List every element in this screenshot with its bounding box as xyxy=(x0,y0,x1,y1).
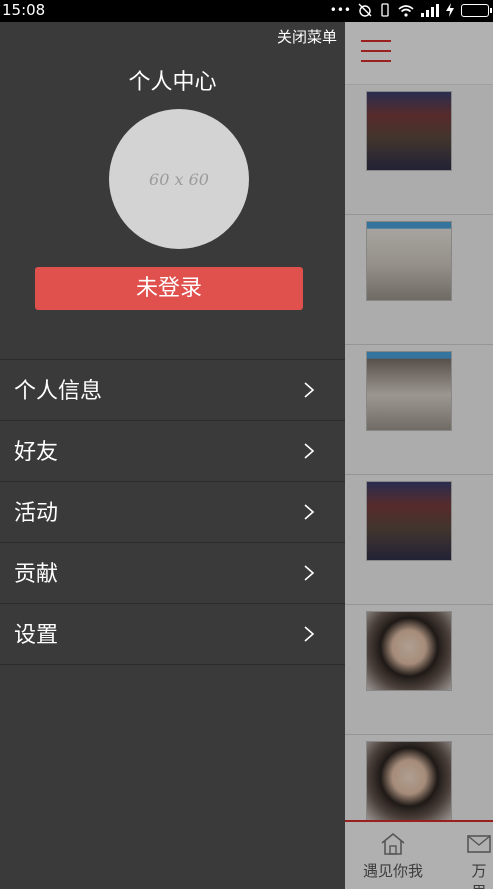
wifi-icon xyxy=(398,4,414,17)
more-dots-icon: ••• xyxy=(329,3,351,17)
drawer-menu: 个人信息 好友 活动 贡献 设置 xyxy=(0,359,345,665)
charging-icon xyxy=(446,3,454,17)
chevron-right-icon xyxy=(304,382,315,398)
chevron-right-icon xyxy=(304,443,315,459)
menu-item-profile[interactable]: 个人信息 xyxy=(0,360,345,421)
drawer-title: 个人中心 xyxy=(128,70,217,95)
vibrate-icon xyxy=(381,3,389,17)
menu-item-contributions[interactable]: 贡献 xyxy=(0,543,345,604)
menu-item-label: 贡献 xyxy=(14,562,59,587)
close-menu-button[interactable]: 关闭菜单 xyxy=(277,26,337,47)
login-button[interactable]: 未登录 xyxy=(35,267,303,310)
app-screen: 15:08 ••• 遇见你我 万 关闭菜单 个人中心 60 x 60 未登录 个… xyxy=(0,0,493,889)
status-icons: ••• xyxy=(329,2,492,18)
battery-icon xyxy=(461,3,492,17)
chevron-right-icon xyxy=(304,626,315,642)
chevron-right-icon xyxy=(304,565,315,581)
avatar-placeholder-text: 60 x 60 xyxy=(149,169,209,189)
content-dim-overlay[interactable] xyxy=(345,22,493,889)
menu-item-label: 活动 xyxy=(14,501,59,526)
chevron-right-icon xyxy=(304,504,315,520)
menu-item-friends[interactable]: 好友 xyxy=(0,421,345,482)
status-time: 15:08 xyxy=(2,1,46,19)
menu-item-label: 设置 xyxy=(14,623,59,648)
menu-item-label: 个人信息 xyxy=(14,379,103,404)
signal-icon xyxy=(421,3,439,17)
menu-item-label: 好友 xyxy=(14,440,59,465)
avatar[interactable]: 60 x 60 xyxy=(109,109,249,249)
menu-item-settings[interactable]: 设置 xyxy=(0,604,345,665)
status-bar: 15:08 ••• xyxy=(0,0,493,22)
alarm-off-icon xyxy=(358,3,372,17)
menu-item-activities[interactable]: 活动 xyxy=(0,482,345,543)
side-drawer: 关闭菜单 个人中心 60 x 60 未登录 个人信息 好友 活动 贡献 设置 xyxy=(0,22,345,889)
